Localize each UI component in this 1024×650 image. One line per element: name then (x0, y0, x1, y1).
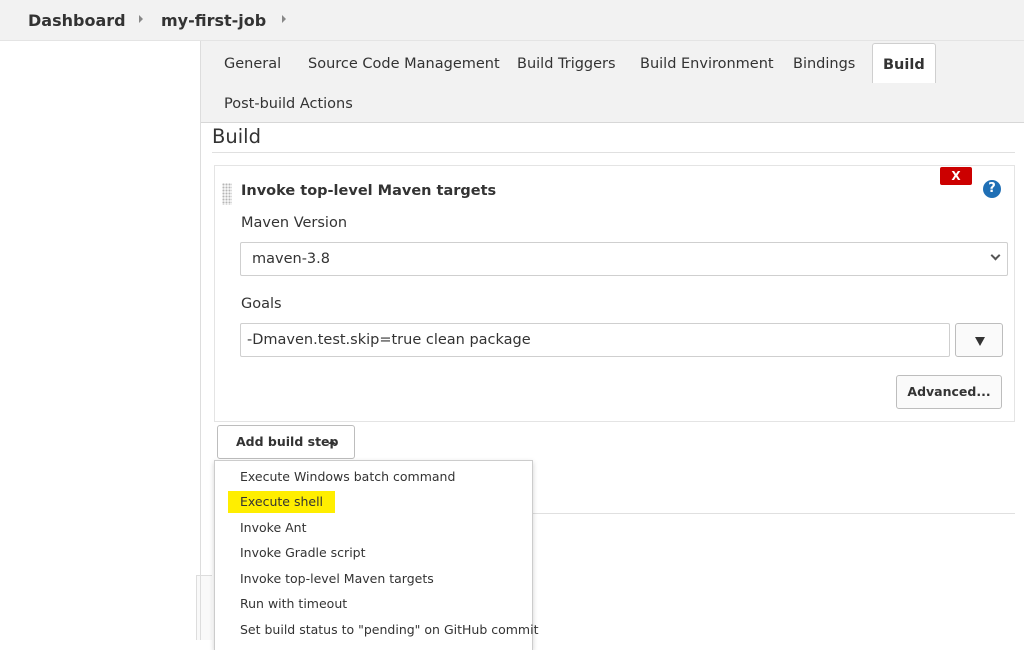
breadcrumb-separator-icon (282, 15, 286, 23)
menu-item-windows-batch[interactable]: Execute Windows batch command (228, 466, 467, 488)
expand-goals-button[interactable] (955, 323, 1003, 357)
menu-item-invoke-maven[interactable]: Invoke top-level Maven targets (228, 568, 446, 590)
tab-post-build-actions[interactable]: Post-build Actions (224, 83, 353, 123)
maven-version-value: maven-3.8 (252, 251, 330, 267)
build-step-menu: Execute Windows batch command Execute sh… (214, 460, 538, 650)
tab-general[interactable]: General (224, 43, 281, 83)
tab-bindings[interactable]: Bindings (793, 43, 855, 83)
config-content: General Source Code Management Build Tri… (200, 41, 1024, 650)
menu-item-invoke-gradle[interactable]: Invoke Gradle script (228, 542, 378, 564)
tab-build-triggers[interactable]: Build Triggers (517, 43, 616, 83)
side-panel (0, 41, 200, 640)
breadcrumb-job[interactable]: my-first-job (161, 11, 266, 30)
breadcrumb-separator-icon (139, 15, 143, 23)
build-step-maven: Invoke top-level Maven targets X ? Maven… (214, 165, 1015, 422)
maven-version-select[interactable]: maven-3.8 (240, 242, 1008, 276)
section-title: Build (212, 125, 261, 148)
menu-item-run-with-timeout[interactable]: Run with timeout (228, 593, 359, 615)
maven-version-label: Maven Version (241, 215, 348, 231)
add-build-step-label: Add build step (236, 434, 339, 449)
goals-input[interactable]: -Dmaven.test.skip=true clean package (240, 323, 950, 357)
breadcrumb-dashboard[interactable]: Dashboard (28, 11, 126, 30)
goals-label: Goals (241, 296, 282, 312)
drag-handle-icon[interactable] (222, 183, 232, 205)
add-build-step-button[interactable]: Add build step (217, 425, 355, 459)
menu-item-execute-shell[interactable]: Execute shell (228, 491, 336, 513)
triangle-down-icon (975, 337, 985, 346)
tab-source-code-management[interactable]: Source Code Management (308, 43, 500, 83)
tab-build-environment[interactable]: Build Environment (640, 43, 774, 83)
menu-item-invoke-ant[interactable]: Invoke Ant (228, 517, 319, 539)
advanced-button[interactable]: Advanced... (896, 375, 1002, 409)
config-tab-bar: General Source Code Management Build Tri… (201, 41, 1024, 123)
delete-step-button[interactable]: X (940, 167, 972, 185)
section-divider-lower (531, 513, 1015, 514)
chevron-down-icon (990, 250, 1001, 261)
breadcrumb-bar: Dashboard my-first-job (0, 0, 1024, 41)
build-step-title: Invoke top-level Maven targets (241, 183, 497, 199)
caret-up-icon (328, 440, 336, 444)
tab-build[interactable]: Build (872, 43, 936, 83)
menu-item-github-status[interactable]: Set build status to "pending" on GitHub … (228, 619, 550, 641)
help-icon[interactable]: ? (983, 180, 1001, 198)
section-divider (212, 152, 1015, 153)
